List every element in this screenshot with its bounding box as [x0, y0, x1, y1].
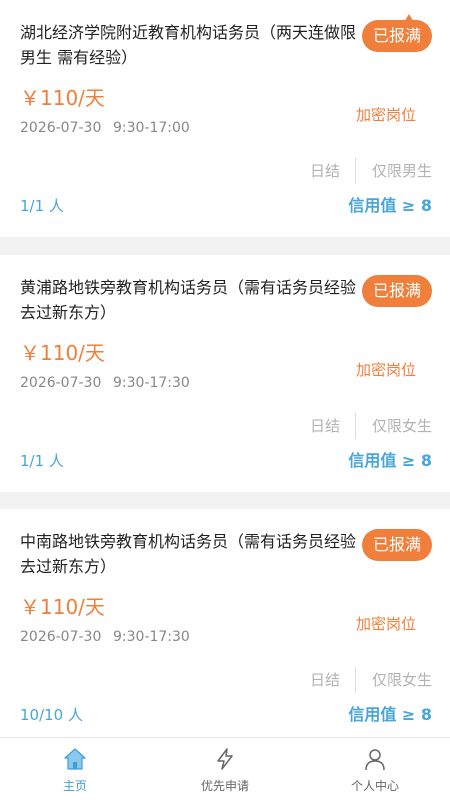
credit-requirement: 信用值 ≥ 8 — [348, 451, 432, 470]
gender-tag: 仅限女生 — [371, 417, 432, 435]
status-badge: 已报满 — [361, 20, 432, 52]
tab-profile[interactable]: 个人中心 — [300, 738, 450, 800]
status-badge: 已报满 — [361, 529, 432, 561]
bottom-tab-bar: 主页 优先申请 个人中心 — [0, 737, 450, 800]
person-icon — [365, 749, 385, 771]
job-card[interactable]: 湖北经济学院附近教育机构话务员（两天连做限男生 需有经验） 已报满 ￥110/天… — [0, 0, 450, 237]
settle-tag: 日结 — [309, 417, 340, 435]
settle-tag: 日结 — [309, 162, 340, 180]
job-list[interactable]: 湖北经济学院附近教育机构话务员（两天连做限男生 需有经验） 已报满 ￥110/天… — [0, 0, 450, 737]
job-date: 2026-07-30 — [20, 629, 102, 645]
gender-tag: 仅限女生 — [371, 671, 432, 689]
gender-tag: 仅限男生 — [371, 162, 432, 180]
home-icon — [64, 748, 86, 770]
job-card[interactable]: 中南路地铁旁教育机构话务员（需有话务员经验去过新东方） 已报满 ￥110/天 2… — [0, 509, 450, 737]
job-card[interactable]: 黄浦路地铁旁教育机构话务员（需有话务员经验去过新东方） 已报满 ￥110/天 2… — [0, 255, 450, 492]
tag-divider — [355, 413, 356, 439]
job-title: 黄浦路地铁旁教育机构话务员（需有话务员经验去过新东方） — [20, 278, 357, 322]
job-price: ￥110/天 — [20, 341, 105, 365]
job-price: ￥110/天 — [20, 86, 105, 110]
job-time: 9:30-17:30 — [113, 375, 190, 391]
job-time: 9:30-17:00 — [113, 120, 190, 136]
tab-priority-apply[interactable]: 优先申请 — [150, 738, 300, 800]
job-date: 2026-07-30 — [20, 120, 102, 136]
lightning-icon — [217, 748, 233, 770]
tag-divider — [355, 158, 356, 184]
status-badge: 已报满 — [361, 275, 432, 307]
tab-home-label: 主页 — [62, 779, 87, 793]
tab-profile-label: 个人中心 — [350, 779, 399, 793]
job-date: 2026-07-30 — [20, 375, 102, 391]
credit-requirement: 信用值 ≥ 8 — [348, 196, 432, 215]
headcount: 1/1 人 — [20, 452, 64, 470]
encrypted-label: 加密岗位 — [355, 106, 416, 124]
tab-home[interactable]: 主页 — [0, 738, 150, 800]
job-time: 9:30-17:30 — [113, 629, 190, 645]
settle-tag: 日结 — [309, 671, 340, 689]
headcount: 10/10 人 — [20, 706, 83, 724]
encrypted-label: 加密岗位 — [355, 615, 416, 633]
headcount: 1/1 人 — [20, 197, 64, 215]
job-price: ￥110/天 — [20, 595, 105, 619]
job-title: 中南路地铁旁教育机构话务员（需有话务员经验去过新东方） — [20, 532, 357, 576]
tag-divider — [355, 667, 356, 693]
encrypted-label: 加密岗位 — [355, 361, 416, 379]
tab-priority-apply-label: 优先申请 — [200, 779, 249, 793]
job-title: 湖北经济学院附近教育机构话务员（两天连做限男生 需有经验） — [20, 23, 357, 67]
credit-requirement: 信用值 ≥ 8 — [348, 705, 432, 724]
